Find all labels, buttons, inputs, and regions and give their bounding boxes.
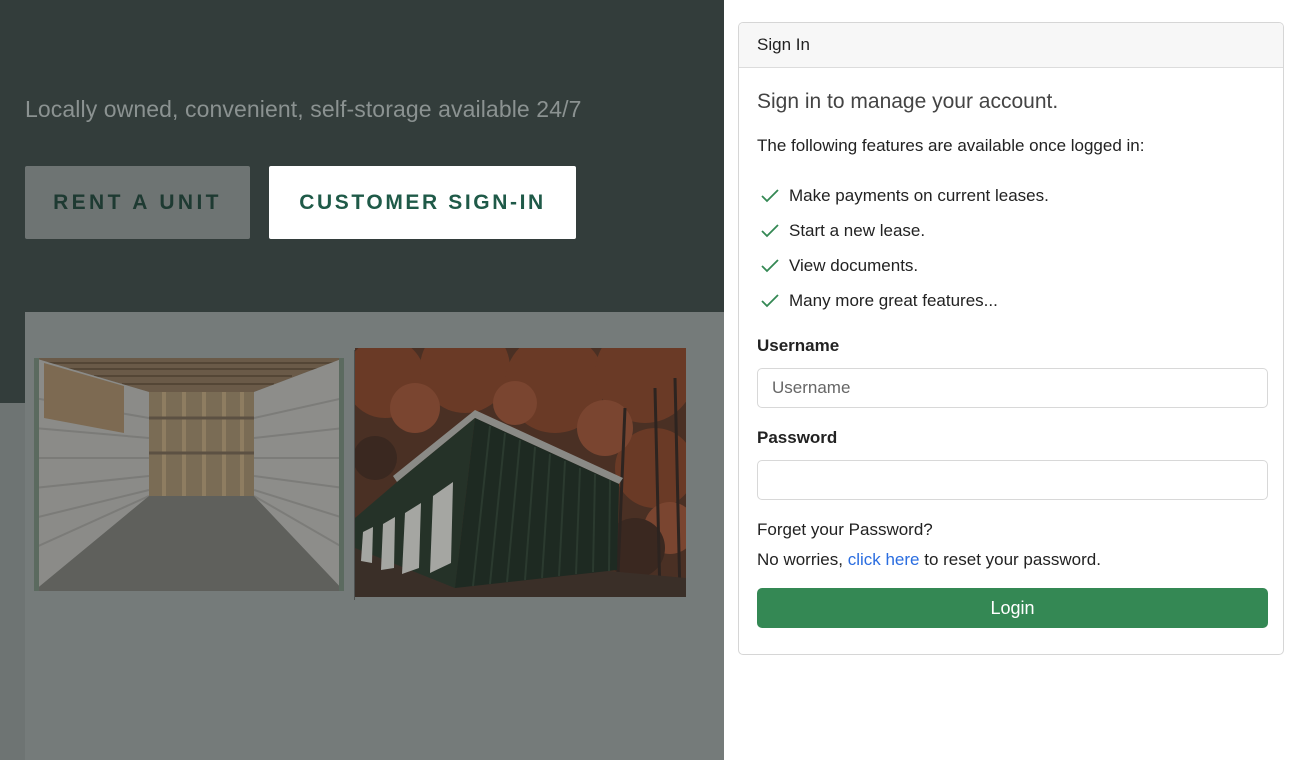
sign-in-lead: Sign in to manage your account. xyxy=(757,90,1059,113)
feature-label: View documents. xyxy=(789,255,919,275)
rent-a-unit-button[interactable]: RENT A UNIT xyxy=(25,166,250,239)
feature-list: Make payments on current leases. Start a… xyxy=(757,178,1266,318)
feature-label: Many more great features... xyxy=(789,290,998,310)
forgot-suffix: to reset your password. xyxy=(919,550,1101,569)
customer-sign-in-button[interactable]: CUSTOMER SIGN-IN xyxy=(269,166,576,239)
storage-building-exterior-image xyxy=(355,348,686,597)
reset-password-link[interactable]: click here xyxy=(848,550,920,569)
password-label: Password xyxy=(757,428,838,447)
feature-item: View documents. xyxy=(757,248,1266,283)
forgot-password-title: Forget your Password? xyxy=(757,520,933,539)
check-icon xyxy=(761,258,779,272)
check-icon xyxy=(761,188,779,202)
background-page: Locally owned, convenient, self-storage … xyxy=(0,0,724,760)
login-button[interactable]: Login xyxy=(757,588,1268,628)
check-icon xyxy=(761,223,779,237)
forgot-password-text: No worries, click here to reset your pas… xyxy=(757,550,1266,570)
feature-item: Many more great features... xyxy=(757,283,1266,318)
storage-unit-interior-image xyxy=(34,358,344,591)
features-intro: The following features are available onc… xyxy=(757,136,1145,155)
feature-item: Make payments on current leases. xyxy=(757,178,1266,213)
username-label: Username xyxy=(757,336,840,355)
card-header: Sign In xyxy=(739,23,1283,68)
forgot-prefix: No worries, xyxy=(757,550,848,569)
hero-tagline: Locally owned, convenient, self-storage … xyxy=(25,96,582,122)
feature-label: Start a new lease. xyxy=(789,220,926,240)
card-body: Sign in to manage your account. The foll… xyxy=(739,90,1283,628)
feature-label: Make payments on current leases. xyxy=(789,185,1049,205)
sign-in-card: Sign In Sign in to manage your account. … xyxy=(738,22,1284,655)
feature-item: Start a new lease. xyxy=(757,213,1266,248)
username-input[interactable] xyxy=(757,368,1268,408)
password-input[interactable] xyxy=(757,460,1268,500)
check-icon xyxy=(761,293,779,307)
